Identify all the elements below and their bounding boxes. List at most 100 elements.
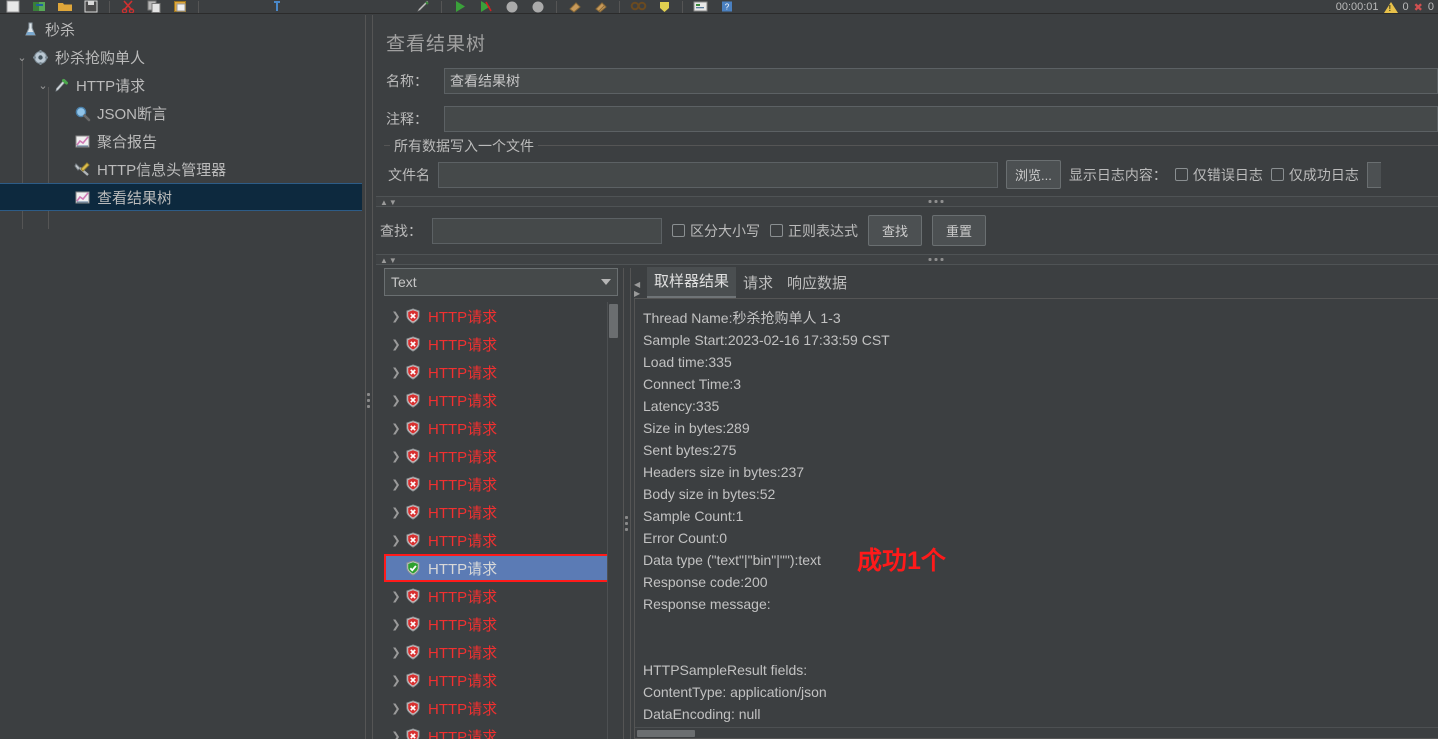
checkbox-box[interactable] (1174, 168, 1188, 181)
result-row[interactable]: ❯ HTTP请求 (384, 610, 618, 638)
filename-label: 文件名 (388, 166, 430, 183)
expander-arrows-icon[interactable]: ▲▼ (380, 256, 398, 265)
chevron-right-icon[interactable]: ❯ (388, 702, 404, 715)
checkbox-box[interactable] (1270, 168, 1284, 181)
reset-button[interactable]: 重置 (932, 215, 987, 246)
open-folder-icon[interactable] (52, 0, 78, 14)
renderer-select[interactable]: Text (384, 268, 618, 296)
splitter-grip[interactable] (625, 513, 629, 534)
result-row[interactable]: ❯ HTTP请求 (384, 414, 618, 442)
start-icon[interactable] (447, 0, 473, 14)
regex-checkbox[interactable]: 正则表达式 (770, 221, 858, 241)
clear-icon[interactable] (562, 0, 588, 14)
new-file-icon[interactable] (0, 0, 26, 14)
success-only-checkbox[interactable]: 仅成功日志 (1270, 165, 1359, 185)
tab-response-data[interactable]: 响应数据 (780, 269, 854, 298)
search-row: 查找： 区分大小写 正则表达式 查找 重置 (376, 207, 1438, 246)
chevron-right-icon[interactable]: ❯ (388, 506, 404, 519)
result-row[interactable]: HTTP请求 (384, 554, 618, 582)
test-plan-tree[interactable]: 秒杀 ⌄ 秒杀抢购单人 ⌄ HTTP请求 JSON断言 聚合报告 HTTP信息头… (0, 15, 362, 739)
chevron-right-icon[interactable]: ❯ (388, 730, 404, 739)
sidebar-item-header-manager[interactable]: HTTP信息头管理器 (0, 155, 362, 183)
shutdown-icon[interactable] (525, 0, 551, 14)
detail-hscrollbar[interactable] (635, 727, 1438, 738)
result-row[interactable]: ❯ HTTP请求 (384, 302, 618, 330)
result-row[interactable]: ❯ HTTP请求 (384, 694, 618, 722)
result-row[interactable]: ❯ HTTP请求 (384, 498, 618, 526)
browse-button[interactable]: 浏览... (1006, 160, 1061, 189)
chevron-right-icon[interactable]: ❯ (388, 310, 404, 323)
panel-splitter[interactable] (362, 15, 376, 739)
result-list[interactable]: ❯ HTTP请求 ❯ HTTP请求 ❯ HTTP请求 ❯ HTTP请求 ❯ HTTP请求 ❯ HTTP… (384, 302, 618, 739)
pencil-icon[interactable] (410, 0, 436, 14)
expander-grip[interactable] (928, 258, 944, 261)
result-row[interactable]: ❯ HTTP请求 (384, 358, 618, 386)
paste-icon[interactable] (167, 0, 193, 14)
expander-grip[interactable] (928, 200, 944, 203)
chevron-right-icon[interactable]: ❯ (388, 646, 404, 659)
result-row[interactable]: ❯ HTTP请求 (384, 442, 618, 470)
sidebar-item-json-assertion[interactable]: JSON断言 (0, 99, 362, 127)
chevron-down-icon[interactable]: ⌄ (35, 79, 51, 92)
chevron-right-icon[interactable]: ❯ (388, 394, 404, 407)
start-no-pauses-icon[interactable] (473, 0, 499, 14)
result-row[interactable]: ❯ HTTP请求 (384, 638, 618, 666)
sidebar-item-http-request[interactable]: ⌄ HTTP请求 (0, 71, 362, 99)
errors-only-checkbox[interactable]: 仅错误日志 (1174, 165, 1263, 185)
chevron-down-icon[interactable] (601, 279, 611, 285)
save-icon[interactable] (78, 0, 104, 14)
search-expander-bar[interactable]: ▲▼ (376, 196, 1438, 207)
comment-input[interactable] (444, 106, 1438, 132)
sampler-result-body[interactable]: Thread Name:秒杀抢购单人 1-3 Sample Start:2023-… (634, 298, 1438, 739)
result-row[interactable]: ❯ HTTP请求 (384, 526, 618, 554)
tab-sampler-result[interactable]: 取样器结果 (647, 267, 737, 298)
search-icon[interactable] (625, 0, 651, 14)
sidebar-item-aggregate-report[interactable]: 聚合报告 (0, 127, 362, 155)
name-input[interactable] (444, 68, 1438, 94)
open-template-icon[interactable] (26, 0, 52, 14)
result-row[interactable]: ❯ HTTP请求 (384, 470, 618, 498)
result-row[interactable]: ❯ HTTP请求 (384, 666, 618, 694)
help-icon[interactable]: ? (714, 0, 740, 14)
scrollbar-thumb[interactable] (637, 730, 695, 737)
chevron-right-icon[interactable]: ❯ (388, 422, 404, 435)
sidebar-item-view-results-tree[interactable]: 查看结果树 (0, 183, 362, 211)
scrollbar-thumb[interactable] (609, 304, 618, 338)
result-row[interactable]: ❯ HTTP请求 (384, 582, 618, 610)
result-row[interactable]: ❯ HTTP请求 (384, 330, 618, 358)
case-sensitive-checkbox[interactable]: 区分大小写 (672, 221, 760, 241)
splitter-grip[interactable] (367, 390, 371, 411)
tab-request[interactable]: 请求 (736, 269, 780, 298)
chevron-right-icon[interactable]: ❯ (388, 478, 404, 491)
checkbox-box[interactable] (672, 224, 685, 237)
sidebar-item-test-plan[interactable]: 秒杀 (0, 15, 362, 43)
sidebar-item-thread-group[interactable]: ⌄ 秒杀抢购单人 (0, 43, 362, 71)
chevron-right-icon[interactable]: ❯ (388, 534, 404, 547)
chevron-right-icon[interactable]: ❯ (388, 366, 404, 379)
chevron-right-icon[interactable]: ❯ (388, 618, 404, 631)
results-expander-bar[interactable]: ▲▼ (376, 254, 1438, 265)
results-splitter[interactable] (620, 268, 634, 739)
search-input[interactable] (432, 217, 662, 244)
chevron-down-icon[interactable]: ⌄ (14, 51, 30, 64)
tab-scroll-arrows-icon[interactable]: ◀ ▶ (634, 280, 645, 298)
copy-icon[interactable] (141, 0, 167, 14)
find-button[interactable]: 查找 (868, 215, 923, 246)
result-row[interactable]: ❯ HTTP请求 (384, 722, 618, 739)
search-reset-icon[interactable] (651, 0, 677, 14)
result-row[interactable]: ❯ HTTP请求 (384, 386, 618, 414)
expand-icon[interactable] (264, 0, 290, 14)
checkbox-box[interactable] (770, 224, 783, 237)
chevron-right-icon[interactable]: ❯ (388, 450, 404, 463)
function-helper-icon[interactable] (688, 0, 714, 14)
expander-arrows-icon[interactable]: ▲▼ (380, 198, 398, 207)
filename-input[interactable] (438, 161, 998, 188)
result-list-scrollbar[interactable] (607, 302, 618, 739)
chevron-right-icon[interactable]: ❯ (388, 590, 404, 603)
configure-button[interactable] (1366, 161, 1381, 188)
cut-icon[interactable] (115, 0, 141, 14)
clear-all-icon[interactable] (588, 0, 614, 14)
stop-icon[interactable] (499, 0, 525, 14)
chevron-right-icon[interactable]: ❯ (388, 338, 404, 351)
chevron-right-icon[interactable]: ❯ (388, 674, 404, 687)
